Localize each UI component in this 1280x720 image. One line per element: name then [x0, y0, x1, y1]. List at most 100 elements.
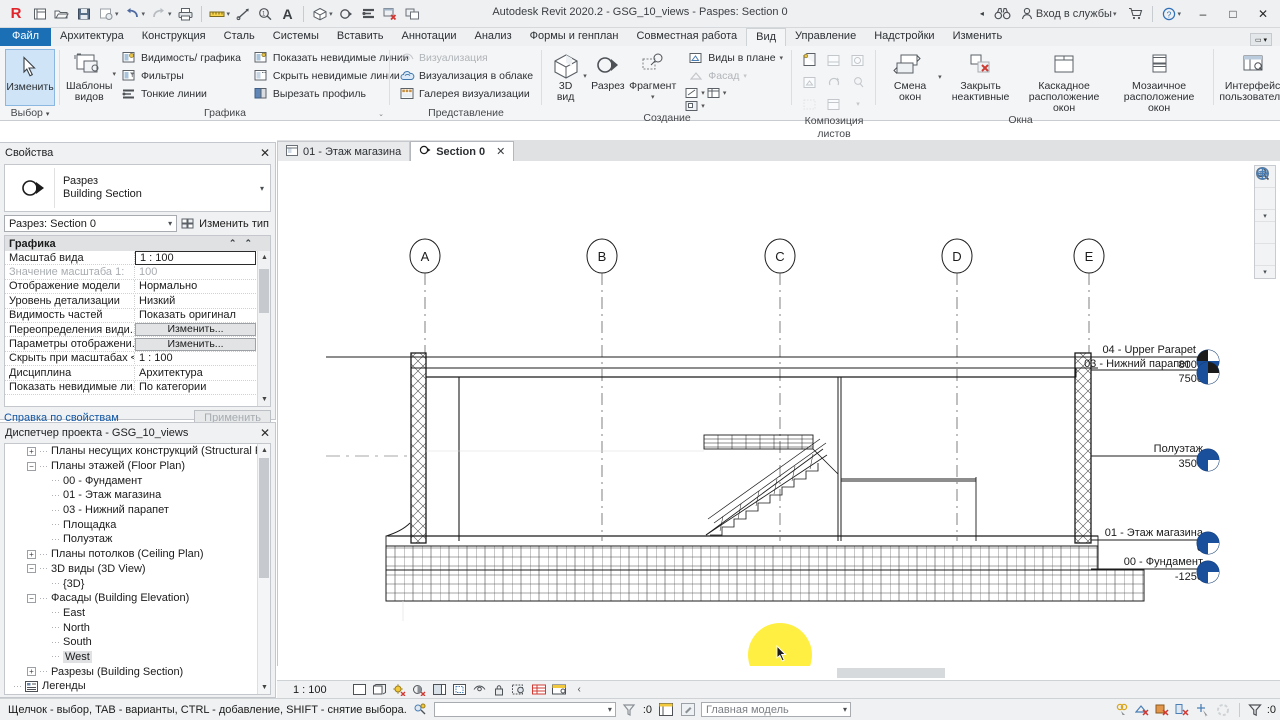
thin-lines-button[interactable]: Тонкие линии [118, 85, 244, 102]
edit-type-button[interactable]: Изменить тип [181, 217, 271, 230]
orbit-icon[interactable] [1255, 167, 1275, 266]
filter-icon[interactable] [1247, 702, 1264, 718]
schedules-icon[interactable] [707, 87, 721, 99]
plan-views-button[interactable]: Виды в плане ▾ [685, 49, 786, 66]
property-row-show-hidden-lines[interactable]: Показать невидимые ли... По категории [5, 381, 270, 395]
expander-minus-icon[interactable]: − [27, 461, 36, 471]
sign-in-account[interactable]: Вход в службы ▾ [1016, 7, 1124, 20]
sun-path-icon[interactable] [392, 682, 407, 697]
property-row-parts-visibility[interactable]: Видимость частей Показать оригинал [5, 309, 270, 323]
switch-windows-icon[interactable] [402, 3, 423, 25]
canvas-hscroll-thumb[interactable] [837, 668, 945, 678]
show-hidden-lines-button[interactable]: Показать невидимые линии [250, 49, 412, 66]
undo-icon[interactable] [122, 3, 143, 25]
chevron-down-icon[interactable]: ▾ [843, 705, 850, 714]
tree-node[interactable]: + ⋯ Планы потолков (Ceiling Plan) [5, 547, 270, 562]
measure-dropdown-icon[interactable]: ▾ [227, 10, 231, 18]
view-templates-dropdown-icon[interactable]: ▾ [112, 70, 116, 78]
switch-windows-dropdown-icon[interactable]: ▾ [938, 73, 942, 81]
visual-style-icon[interactable] [372, 682, 387, 697]
open-icon[interactable] [51, 3, 72, 25]
minimize-button[interactable]: – [1188, 0, 1218, 28]
scroll-up-arrow-icon[interactable]: ▲ [258, 444, 270, 457]
3d-view-dropdown-icon[interactable]: ▾ [329, 10, 333, 18]
select-pinned-icon[interactable] [1155, 702, 1172, 718]
drafting-view-dropdown-icon[interactable]: ▾ [701, 89, 705, 97]
tab-collaborate[interactable]: Совместная работа [627, 28, 746, 46]
tag-icon[interactable]: 1 [255, 3, 276, 25]
drawing-canvas[interactable]: AB CDE 04 - Upper Parapet 8000 03 - Нижн… [277, 161, 1280, 680]
property-row-graphic-display-options[interactable]: Параметры отображени... Изменить... [5, 337, 270, 352]
tree-node-east[interactable]: ⋯ East [5, 606, 270, 621]
render-in-cloud-button[interactable]: Визуализация в облаке [396, 67, 536, 84]
callout-button[interactable]: Фрагмент ▾ [628, 49, 677, 103]
expander-minus-icon[interactable]: − [27, 593, 36, 603]
tab-annotate[interactable]: Аннотации [393, 28, 466, 46]
tree-node[interactable]: ⋯ Полуэтаж [5, 532, 270, 547]
tree-node[interactable]: ⋯ 03 - Нижний парапет [5, 503, 270, 518]
tab-systems[interactable]: Системы [264, 28, 328, 46]
graphics-panel-expander-icon[interactable]: ⌄ [378, 108, 384, 121]
tab-modify[interactable]: Изменить [944, 28, 1012, 46]
tree-node-legends[interactable]: ⋯ Легенды [5, 679, 270, 694]
cut-profile-button[interactable]: Вырезать профиль [250, 85, 412, 102]
chevron-down-icon[interactable]: ▾ [608, 705, 615, 714]
tree-node-schedules[interactable]: ⋯ Ведомости/Спецификации (all) [5, 694, 270, 695]
show-crop-icon[interactable] [472, 682, 487, 697]
maximize-button[interactable]: □ [1218, 0, 1248, 28]
property-row-visibility-overrides[interactable]: Переопределения види... Изменить... [5, 323, 270, 338]
edit-visibility-overrides-button[interactable]: Изменить... [135, 323, 256, 337]
new-project-icon[interactable] [29, 3, 50, 25]
property-type-dropdown-icon[interactable]: ▾ [260, 184, 264, 193]
3d-view-button[interactable]: 3D вид [548, 49, 583, 103]
property-value[interactable]: Нормально [135, 280, 270, 292]
property-type-preview[interactable]: Разрез Building Section ▾ [4, 164, 271, 212]
tree-node[interactable]: ⋯ {3D} [5, 576, 270, 591]
crop-view-icon[interactable] [452, 682, 467, 697]
close-inactive-button[interactable]: Закрыть неактивные [945, 49, 1017, 103]
undo-dropdown-icon[interactable]: ▾ [142, 10, 146, 18]
tree-node-north[interactable]: ⋯ North [5, 620, 270, 635]
remove-hidden-lines-button[interactable]: Скрыть невидимые линии [250, 67, 412, 84]
tab-massing-site[interactable]: Формы и генплан [521, 28, 628, 46]
switch-windows-button[interactable]: Смена окон [882, 49, 938, 103]
tree-node[interactable]: − ⋯ 3D виды (3D View) [5, 562, 270, 577]
property-row-view-scale[interactable]: Масштаб вида 1 : 100 [5, 250, 270, 266]
save-icon[interactable] [73, 3, 94, 25]
tree-node[interactable]: ⋯ 01 - Этаж магазина [5, 488, 270, 503]
tab-manage[interactable]: Управление [786, 28, 865, 46]
property-value[interactable]: 1 : 100 [135, 250, 256, 265]
select-links-icon[interactable] [1115, 702, 1132, 718]
close-button[interactable]: ✕ [1248, 0, 1278, 28]
help-icon[interactable]: ? ▾ [1157, 7, 1188, 21]
tab-analyze[interactable]: Анализ [465, 28, 520, 46]
canvas-hscroll-track[interactable] [277, 666, 1280, 680]
cascade-windows-button[interactable]: Каскадное расположение окон [1017, 49, 1112, 114]
drafting-view-icon[interactable] [685, 87, 699, 99]
zoom-icon[interactable] [1255, 167, 1275, 210]
help-dropdown-icon[interactable]: ▾ [1177, 10, 1181, 18]
3d-view-dropdown-icon[interactable]: ▾ [583, 72, 587, 80]
section-button[interactable]: Разрез [588, 49, 628, 92]
render-dialog-icon[interactable] [432, 682, 447, 697]
expander-plus-icon[interactable]: + [27, 549, 36, 559]
analytical-model-icon[interactable] [552, 682, 567, 697]
user-interface-button[interactable]: Интерфейс пользователя [1219, 49, 1280, 103]
workset-combo[interactable]: Главная модель ▾ [701, 702, 852, 717]
tab-structure[interactable]: Конструкция [133, 28, 215, 46]
editing-request-icon[interactable] [679, 702, 696, 718]
search-collapse-icon[interactable]: ◂ [975, 9, 989, 18]
properties-scrollbar[interactable]: ▲ ▼ [257, 251, 270, 406]
property-row-display-model[interactable]: Отображение модели Нормально [5, 280, 270, 295]
property-value[interactable]: По категории [135, 381, 270, 393]
tab-architecture[interactable]: Архитектура [51, 28, 133, 46]
shadows-icon[interactable] [412, 682, 427, 697]
ribbon-minimize-icon[interactable]: ▭ ▾ [1250, 33, 1272, 46]
autodesk-store-icon[interactable] [1123, 7, 1148, 20]
tree-node[interactable]: − ⋯ Фасады (Building Elevation) [5, 591, 270, 606]
chevron-down-icon[interactable]: ▾ [168, 219, 172, 228]
plan-views-dropdown-icon[interactable]: ▾ [780, 54, 784, 62]
collapse-group-icon[interactable]: ⌃ [229, 238, 237, 249]
sign-in-dropdown-icon[interactable]: ▾ [1113, 10, 1117, 18]
select-underlay-icon[interactable] [1135, 702, 1152, 718]
